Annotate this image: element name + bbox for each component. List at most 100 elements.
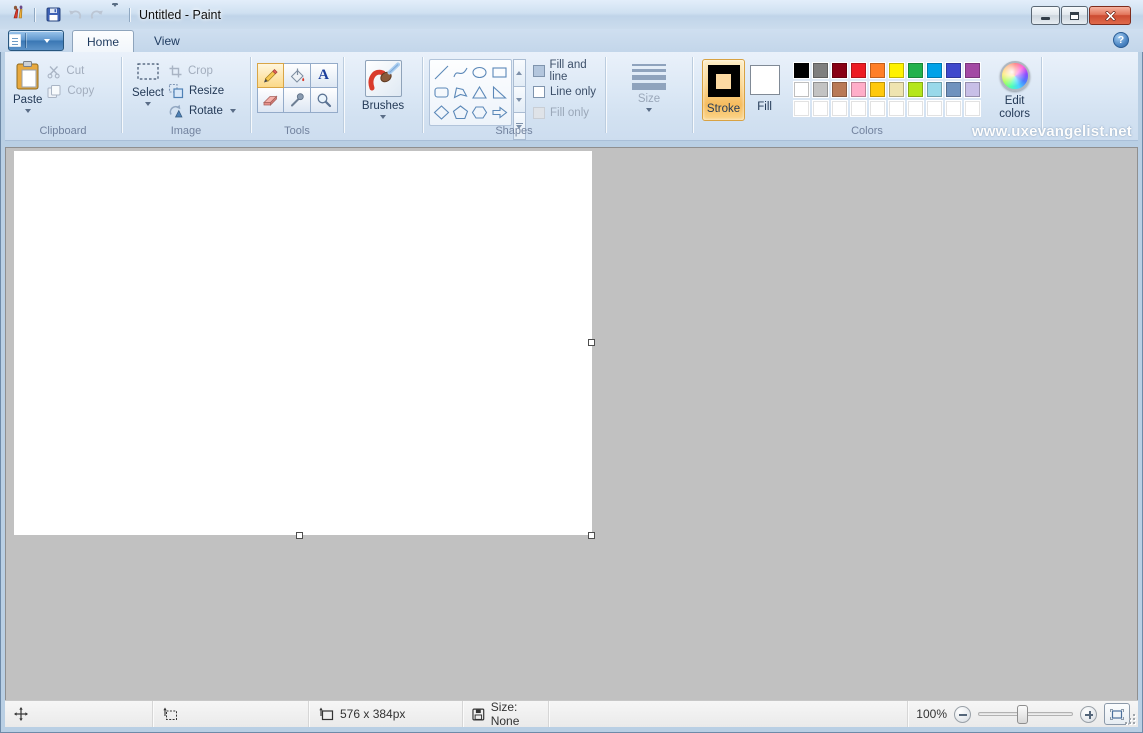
chevron-down-icon (44, 39, 50, 43)
ribbon: Paste Cut (5, 52, 1138, 141)
canvas-resize-handle-bottom[interactable] (296, 532, 303, 539)
line-only-option[interactable]: Line only (533, 81, 605, 102)
palette-swatch[interactable] (965, 63, 980, 78)
pencil-tool-button[interactable] (257, 63, 284, 88)
palette-empty-slot[interactable] (870, 101, 885, 116)
fill-and-line-option[interactable]: Fill and line (533, 60, 605, 81)
line-only-icon (533, 86, 545, 98)
shape-arrow-button[interactable] (489, 103, 508, 123)
eraser-tool-button[interactable] (257, 87, 284, 113)
palette-swatch[interactable] (870, 82, 885, 97)
eraser-icon (261, 91, 279, 109)
palette-swatch[interactable] (889, 82, 904, 97)
palette-empty-slot[interactable] (794, 101, 809, 116)
rotate-button[interactable]: Rotate (164, 101, 240, 121)
application-menu-button[interactable] (8, 30, 64, 51)
fill-only-option[interactable]: Fill only (533, 102, 605, 123)
minimize-button[interactable] (1031, 6, 1060, 25)
resize-icon (168, 83, 184, 99)
shape-rectangle-button[interactable] (489, 62, 508, 82)
palette-swatch[interactable] (813, 82, 828, 97)
palette-swatch[interactable] (965, 82, 980, 97)
shape-polygon-button[interactable] (451, 82, 470, 102)
shape-right-triangle-button[interactable] (489, 82, 508, 102)
menu-list-icon (9, 34, 21, 47)
tab-view[interactable]: View (140, 30, 194, 52)
shape-ellipse-button[interactable] (470, 62, 489, 82)
redo-button[interactable] (86, 5, 108, 25)
palette-swatch[interactable] (813, 63, 828, 78)
shape-hexagon-button[interactable] (470, 103, 489, 123)
palette-empty-slot[interactable] (908, 101, 923, 116)
shapes-scroll-up-button[interactable] (513, 59, 526, 87)
palette-empty-slot[interactable] (889, 101, 904, 116)
palette-swatch[interactable] (870, 63, 885, 78)
zoom-slider-thumb[interactable] (1017, 705, 1028, 724)
palette-swatch[interactable] (927, 63, 942, 78)
close-button[interactable] (1089, 6, 1131, 25)
palette-empty-slot[interactable] (927, 101, 942, 116)
palette-swatch[interactable] (832, 63, 847, 78)
canvas-resize-handle-corner[interactable] (588, 532, 595, 539)
tab-home[interactable]: Home (72, 30, 134, 52)
color-picker-tool-button[interactable] (283, 87, 311, 113)
chevron-down-icon (646, 108, 652, 112)
palette-swatch[interactable] (908, 63, 923, 78)
crop-button[interactable]: Crop (164, 61, 240, 81)
palette-empty-slot[interactable] (946, 101, 961, 116)
customize-qat-button[interactable] (108, 5, 122, 25)
crop-icon (168, 64, 183, 79)
palette-empty-slot[interactable] (965, 101, 980, 116)
shape-rounded-rectangle-button[interactable] (432, 82, 451, 102)
resize-button[interactable]: Resize (164, 81, 240, 101)
palette-swatch[interactable] (946, 63, 961, 78)
brushes-button[interactable]: Brushes (362, 57, 404, 140)
copy-button[interactable]: Copy (42, 81, 98, 101)
palette-swatch[interactable] (889, 63, 904, 78)
color-palette (794, 63, 980, 116)
palette-swatch[interactable] (946, 82, 961, 97)
fill-tool-button[interactable] (283, 63, 311, 88)
stroke-color-button[interactable]: Stroke (702, 59, 745, 121)
palette-empty-slot[interactable] (832, 101, 847, 116)
selection-size-icon (162, 707, 178, 721)
undo-button[interactable] (64, 5, 86, 25)
text-tool-button[interactable]: A (310, 63, 338, 88)
zoom-slider-track[interactable] (978, 712, 1073, 716)
shapes-scroll-down-button[interactable] (513, 86, 526, 114)
cut-button[interactable]: Cut (42, 61, 98, 81)
shape-rectangle-icon (491, 64, 508, 81)
resize-grip[interactable] (1125, 714, 1135, 724)
zoom-out-button[interactable] (954, 706, 971, 723)
palette-swatch[interactable] (908, 82, 923, 97)
palette-swatch[interactable] (851, 63, 866, 78)
palette-swatch[interactable] (794, 82, 809, 97)
palette-empty-slot[interactable] (851, 101, 866, 116)
zoom-in-button[interactable] (1080, 706, 1097, 723)
rotate-icon (168, 104, 184, 119)
chevron-down-icon (230, 109, 236, 113)
palette-swatch[interactable] (927, 82, 942, 97)
help-button[interactable]: ? (1113, 32, 1129, 48)
shape-line-button[interactable] (432, 62, 451, 82)
shape-diamond-button[interactable] (432, 103, 451, 123)
shape-curve-button[interactable] (451, 62, 470, 82)
canvas[interactable] (14, 151, 592, 535)
copy-icon (46, 84, 62, 99)
palette-swatch[interactable] (794, 63, 809, 78)
palette-swatch[interactable] (851, 82, 866, 97)
shape-triangle-button[interactable] (470, 82, 489, 102)
save-button[interactable] (42, 5, 64, 25)
palette-empty-slot[interactable] (813, 101, 828, 116)
line-size-icon (632, 64, 666, 90)
canvas-resize-handle-right[interactable] (588, 339, 595, 346)
size-button[interactable]: Size (632, 57, 666, 140)
eyedropper-icon (288, 91, 306, 109)
fill-color-button[interactable]: Fill (745, 59, 784, 121)
fit-to-window-icon (1110, 709, 1124, 720)
magnifier-tool-button[interactable] (310, 87, 338, 113)
color-wheel-icon (1000, 61, 1030, 91)
shape-pentagon-button[interactable] (451, 103, 470, 123)
maximize-button[interactable] (1061, 6, 1088, 25)
palette-swatch[interactable] (832, 82, 847, 97)
